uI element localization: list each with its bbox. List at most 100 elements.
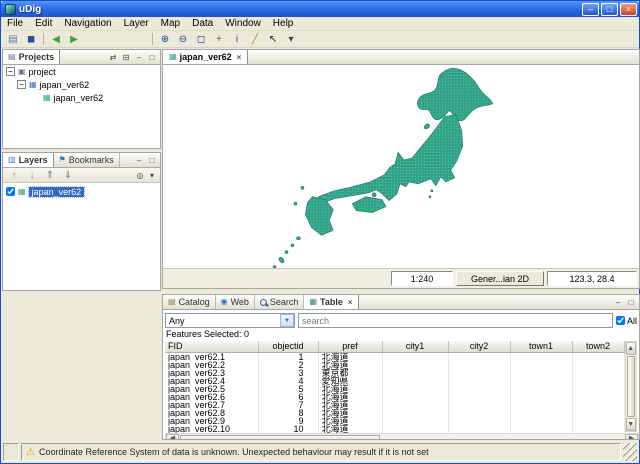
menu-file[interactable]: File: [1, 17, 29, 31]
close-button[interactable]: ×: [620, 2, 637, 16]
move-layer-down-icon[interactable]: ↓: [23, 168, 41, 183]
select-tool-icon[interactable]: ↖: [264, 32, 282, 47]
scale-box[interactable]: 1:240: [391, 271, 453, 286]
minimize-button[interactable]: –: [582, 2, 599, 16]
forward-icon[interactable]: ▶: [65, 32, 83, 47]
tree-item-project[interactable]: − ▣ project: [3, 65, 160, 78]
menu-layer[interactable]: Layer: [118, 17, 155, 31]
horizontal-scrollbar[interactable]: ◀ ▶: [165, 432, 639, 439]
table-row[interactable]: japan_ver62.3 3 東京都: [165, 368, 625, 377]
layer-list-item[interactable]: ▦ japan_ver62: [3, 185, 160, 198]
column-header-city1[interactable]: city1: [382, 341, 449, 353]
layer-back-icon[interactable]: ⇓: [59, 168, 77, 183]
tree-item-map[interactable]: − ▦ japan_ver62: [3, 78, 160, 91]
resize-grip[interactable]: [623, 443, 637, 461]
zoom-extent-icon[interactable]: ◻: [192, 32, 210, 47]
table-tab-close-icon[interactable]: ×: [348, 298, 353, 307]
tab-projects[interactable]: ▤ Projects: [3, 50, 61, 64]
table-row[interactable]: japan_ver62.6 6 北海道: [165, 392, 625, 401]
column-header-city2[interactable]: city2: [448, 341, 511, 353]
table-cell: [572, 424, 625, 433]
zoom-to-layer-icon[interactable]: ◎: [134, 170, 146, 181]
crs-button[interactable]: Gener...ian 2D: [456, 271, 544, 286]
column-header-pref[interactable]: pref: [318, 341, 383, 353]
table-cell: [572, 376, 625, 385]
tab-bookmarks[interactable]: ⚑ Bookmarks: [54, 153, 120, 167]
collapse-all-icon[interactable]: ⊟: [120, 52, 132, 63]
table-cell: 6: [258, 392, 319, 401]
tab-web[interactable]: ◉ Web: [216, 295, 255, 309]
table-row[interactable]: japan_ver62.7 7 北海道: [165, 400, 625, 409]
menu-edit[interactable]: Edit: [29, 17, 58, 31]
table-row[interactable]: japan_ver62.5 5 北海道: [165, 384, 625, 393]
menu-window[interactable]: Window: [219, 17, 267, 31]
scroll-left-icon[interactable]: ◀: [166, 433, 179, 439]
column-header-town2[interactable]: town2: [572, 341, 625, 353]
editor-tab-japan-ver62[interactable]: ▦ japan_ver62 ×: [163, 50, 249, 64]
menu-navigation[interactable]: Navigation: [58, 17, 117, 31]
zoom-out-icon[interactable]: ⊖: [174, 32, 192, 47]
warning-icon: ⚠: [26, 446, 35, 458]
back-icon[interactable]: ◀: [47, 32, 65, 47]
menu-help[interactable]: Help: [267, 17, 300, 31]
tree-item-layer[interactable]: ▦ japan_ver62: [3, 91, 160, 104]
scroll-up-icon[interactable]: ▲: [625, 342, 636, 355]
table-row[interactable]: japan_ver62.10 10 北海道: [165, 424, 625, 433]
menu-map[interactable]: Map: [155, 17, 186, 31]
title-bar[interactable]: uDig – □ ×: [1, 1, 639, 17]
table-row[interactable]: japan_ver62.8 8 北海道: [165, 408, 625, 417]
info-tool-icon[interactable]: i: [228, 32, 246, 47]
tree-item-label: japan_ver62: [39, 79, 90, 90]
new-map-icon[interactable]: ▤: [4, 32, 22, 47]
zoom-in-icon[interactable]: ⊕: [156, 32, 174, 47]
tab-table[interactable]: ▦ Table ×: [304, 295, 359, 309]
tab-layers[interactable]: ▥ Layers: [3, 153, 54, 167]
layer-front-icon[interactable]: ⇑: [41, 168, 59, 183]
table-cell: [448, 392, 511, 401]
tab-search[interactable]: Search: [255, 295, 305, 309]
table-row[interactable]: japan_ver62.1 1 北海道: [165, 352, 625, 361]
toolbar-separator: [43, 33, 44, 45]
expander-icon[interactable]: −: [6, 67, 15, 76]
minimize-view-icon[interactable]: –: [612, 297, 624, 308]
maximize-view-icon[interactable]: □: [146, 52, 158, 63]
table-row[interactable]: japan_ver62.2 2 北海道: [165, 360, 625, 369]
table-cell: 北海道: [318, 416, 383, 425]
column-header-objectid[interactable]: objectid: [258, 341, 319, 353]
column-header-FID[interactable]: FID: [165, 341, 259, 353]
vertical-scrollbar[interactable]: ▲ ▼: [624, 341, 637, 432]
menu-bar: File Edit Navigation Layer Map Data Window Help: [1, 17, 639, 31]
map-canvas[interactable]: [163, 65, 639, 268]
table-row[interactable]: japan_ver62.4 4 愛知県: [165, 376, 625, 385]
tool-dropdown-icon[interactable]: ▾: [282, 32, 300, 47]
maximize-view-icon[interactable]: □: [625, 297, 637, 308]
attribute-dropdown[interactable]: Any ▼: [165, 313, 295, 328]
save-icon[interactable]: ◼: [22, 32, 40, 47]
table-cell: [510, 424, 573, 433]
minimize-view-icon[interactable]: –: [133, 52, 145, 63]
column-header-town1[interactable]: town1: [510, 341, 573, 353]
status-message: Coordinate Reference System of data is u…: [38, 447, 429, 457]
expander-icon[interactable]: −: [17, 80, 26, 89]
search-input[interactable]: [298, 313, 613, 328]
maximize-button[interactable]: □: [601, 2, 618, 16]
minimize-view-icon[interactable]: –: [133, 155, 145, 166]
scrollbar-thumb[interactable]: [180, 434, 380, 439]
all-checkbox[interactable]: [615, 316, 625, 325]
menu-data[interactable]: Data: [186, 17, 219, 31]
chevron-down-icon[interactable]: ▼: [280, 314, 294, 327]
move-layer-up-icon[interactable]: ↑: [5, 168, 23, 183]
link-editor-icon[interactable]: ⇄: [107, 52, 119, 63]
scrollbar-thumb[interactable]: [626, 356, 635, 417]
scroll-right-icon[interactable]: ▶: [625, 433, 638, 439]
pan-tool-icon[interactable]: +: [210, 32, 228, 47]
view-menu-icon[interactable]: ▾: [146, 170, 158, 181]
maximize-view-icon[interactable]: □: [146, 155, 158, 166]
table-row[interactable]: japan_ver62.9 9 北海道: [165, 416, 625, 425]
measure-tool-icon[interactable]: ╱: [246, 32, 264, 47]
layer-visibility-checkbox[interactable]: [6, 187, 15, 196]
editor-tab-close-icon[interactable]: ×: [237, 53, 242, 62]
tab-catalog[interactable]: ▤ Catalog: [163, 295, 216, 309]
scroll-down-icon[interactable]: ▼: [625, 418, 636, 431]
table-cell: 10: [258, 424, 319, 433]
